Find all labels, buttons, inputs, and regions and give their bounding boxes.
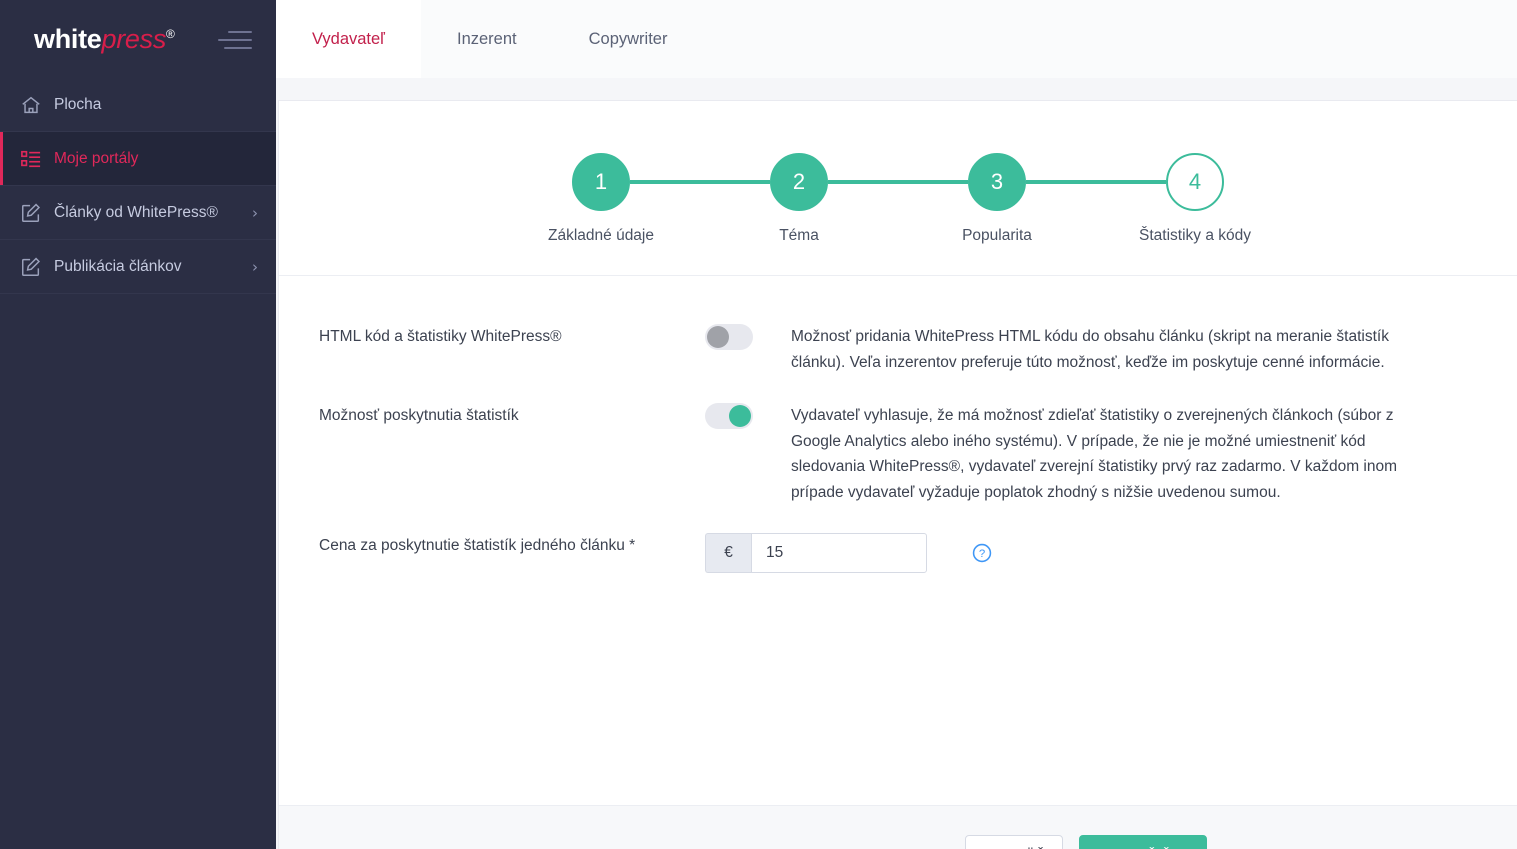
step-circle: 2 xyxy=(770,153,828,211)
sidebar-item-label: Články od WhitePress® xyxy=(54,203,218,221)
form-row-html-code: HTML kód a štatistiky WhitePress® Možnos… xyxy=(279,324,1517,375)
currency-prefix: € xyxy=(705,533,751,573)
hamburger-line-1 xyxy=(228,31,252,33)
question-circle-icon[interactable]: ? xyxy=(971,542,993,564)
step-label: Téma xyxy=(779,227,819,244)
chevron-right-icon: › xyxy=(252,203,258,222)
logo-registered-mark: ® xyxy=(166,26,175,41)
step-1[interactable]: 1 Základné údaje xyxy=(502,153,700,245)
toggle-statistics-option[interactable] xyxy=(705,403,753,429)
step-row: 3 xyxy=(898,153,1096,211)
step-label: Popularita xyxy=(962,227,1032,244)
step-connector-left xyxy=(502,180,572,184)
tab-label: Inzerent xyxy=(457,29,517,48)
form-control: € ? xyxy=(705,533,1477,573)
svg-text:?: ? xyxy=(979,548,985,560)
step-connector-right xyxy=(1026,180,1096,184)
wizard-form: HTML kód a štatistiky WhitePress® Možnos… xyxy=(279,276,1517,805)
form-description: Možnosť pridania WhitePress HTML kódu do… xyxy=(791,328,1389,371)
tab-copywriter[interactable]: Copywriter xyxy=(553,0,704,78)
tab-inzerent[interactable]: Inzerent xyxy=(421,0,553,78)
hamburger-menu-icon[interactable] xyxy=(218,28,252,50)
whitepress-logo[interactable]: whitepress® xyxy=(34,23,175,54)
form-row-price: Cena za poskytnutie štatistík jedného čl… xyxy=(279,533,1517,573)
step-connector-left xyxy=(700,180,770,184)
step-connector-left xyxy=(1096,180,1166,184)
hamburger-line-3 xyxy=(224,47,252,49)
logo-text-accent: press xyxy=(101,23,167,54)
role-tabbar: Vydavateľ Inzerent Copywriter xyxy=(276,0,1517,78)
form-label: Cena za poskytnutie štatistík jedného čl… xyxy=(319,537,636,554)
step-connector-right xyxy=(1224,180,1294,184)
step-3[interactable]: 3 Popularita xyxy=(898,153,1096,245)
sidebar: whitepress® Plocha Moje portály Články o… xyxy=(0,0,276,849)
wizard-card: 1 Základné údaje 2 Téma 3 Popularita 4 Š… xyxy=(278,100,1517,849)
step-row: 2 xyxy=(700,153,898,211)
step-circle: 4 xyxy=(1166,153,1224,211)
main-area: Vydavateľ Inzerent Copywriter 1 Základné… xyxy=(276,0,1517,849)
step-row: 4 xyxy=(1096,153,1294,211)
sidebar-item-publikacia-clankov[interactable]: Publikácia článkov › xyxy=(0,240,276,294)
hamburger-line-2 xyxy=(218,39,252,41)
sidebar-item-clanky-od-whitepress[interactable]: Články od WhitePress® › xyxy=(0,186,276,240)
form-row-statistics-option: Možnosť poskytnutia štatistík Vydavateľ … xyxy=(279,403,1517,505)
tab-label: Vydavateľ xyxy=(312,29,385,48)
step-circle: 3 xyxy=(968,153,1026,211)
sidebar-item-label: Publikácia článkov xyxy=(54,257,182,275)
wizard-footer: NASPÄŤ ULOŽIŤ xyxy=(279,805,1517,849)
content-wrapper: 1 Základné údaje 2 Téma 3 Popularita 4 Š… xyxy=(276,78,1517,849)
chevron-right-icon: › xyxy=(252,257,258,276)
home-icon xyxy=(16,94,46,116)
stepper-track: 1 Základné údaje 2 Téma 3 Popularita 4 Š… xyxy=(279,153,1517,245)
step-4[interactable]: 4 Štatistiky a kódy xyxy=(1096,153,1294,245)
tab-vydavatel[interactable]: Vydavateľ xyxy=(276,0,421,78)
step-2[interactable]: 2 Téma xyxy=(700,153,898,245)
toggle-html-code[interactable] xyxy=(705,324,753,350)
step-label: Štatistiky a kódy xyxy=(1139,227,1251,244)
sidebar-item-moje-portaly[interactable]: Moje portály xyxy=(0,132,276,186)
form-control: Vydavateľ vyhlasuje, že má možnosť zdieľ… xyxy=(705,403,1477,505)
app-root: whitepress® Plocha Moje portály Články o… xyxy=(0,0,1517,849)
tab-label: Copywriter xyxy=(588,29,668,48)
price-input-group: € xyxy=(705,533,927,573)
edit-square-icon xyxy=(16,256,46,278)
sidebar-item-plocha[interactable]: Plocha xyxy=(0,78,276,132)
form-control: Možnosť pridania WhitePress HTML kódu do… xyxy=(705,324,1477,375)
brand-header: whitepress® xyxy=(0,0,276,78)
step-label: Základné údaje xyxy=(548,227,654,244)
edit-square-icon xyxy=(16,202,46,224)
step-circle: 1 xyxy=(572,153,630,211)
back-button[interactable]: NASPÄŤ xyxy=(965,835,1063,849)
price-input[interactable] xyxy=(751,533,927,573)
sidebar-item-label: Moje portály xyxy=(54,149,139,167)
step-connector-right xyxy=(828,180,898,184)
toggle-knob xyxy=(707,326,729,348)
step-connector-right xyxy=(630,180,700,184)
save-button[interactable]: ULOŽIŤ xyxy=(1079,835,1207,849)
form-label: HTML kód a štatistiky WhitePress® xyxy=(319,328,562,345)
list-icon xyxy=(16,149,46,169)
step-connector-left xyxy=(898,180,968,184)
sidebar-item-label: Plocha xyxy=(54,95,102,113)
sidebar-nav: Plocha Moje portály Články od WhitePress… xyxy=(0,78,276,294)
form-description: Vydavateľ vyhlasuje, že má možnosť zdieľ… xyxy=(791,407,1398,501)
logo-text-white: white xyxy=(34,23,102,54)
toggle-knob xyxy=(729,405,751,427)
form-label: Možnosť poskytnutia štatistík xyxy=(319,407,519,424)
step-row: 1 xyxy=(502,153,700,211)
wizard-stepper: 1 Základné údaje 2 Téma 3 Popularita 4 Š… xyxy=(279,101,1517,276)
